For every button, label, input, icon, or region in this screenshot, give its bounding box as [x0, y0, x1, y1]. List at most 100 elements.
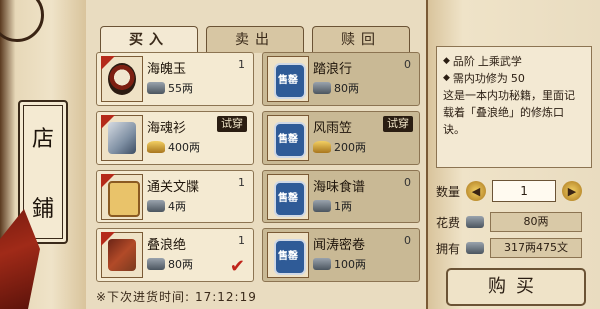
requirement-value: 50 [510, 72, 525, 85]
item-name: 风雨笠 [313, 120, 353, 136]
grade-label: 品阶 [452, 55, 475, 68]
item-name: 叠浪绝 [147, 238, 187, 254]
gold-ingot-icon [147, 140, 165, 153]
gold-ingot-icon [313, 140, 331, 153]
cost-label: 花费 [436, 215, 461, 230]
owned-row: 拥有 317两475文 [436, 238, 583, 258]
item-qty: 0 [404, 234, 411, 248]
tab-redeem[interactable]: 赎回 [312, 26, 410, 53]
grade-value: 上乘武学 [477, 55, 522, 68]
diamond-bullet-icon: ◆ [443, 73, 450, 83]
item-name: 海味食谱 [313, 179, 366, 195]
item-card[interactable]: 售罄 闻涛密卷 0 100两 [262, 228, 420, 282]
tab-buy[interactable]: 买入 [100, 26, 198, 53]
item-name: 通关文牒 [147, 179, 200, 195]
item-price: 100两 [334, 258, 366, 272]
decrease-qty-button[interactable]: ◀ [466, 181, 487, 201]
item-name: 闻涛密卷 [313, 238, 366, 254]
item-price-row: 200两 [313, 139, 366, 155]
item-price: 80两 [334, 82, 359, 95]
item-card[interactable]: 海魄玉 1 55两 [96, 52, 254, 106]
silver-icon [147, 82, 165, 94]
jade-icon [108, 63, 136, 95]
item-card[interactable]: 海魂衫 试穿 400两 [96, 110, 254, 165]
diamond-bullet-icon: ◆ [443, 56, 450, 66]
item-price: 55两 [168, 82, 193, 95]
robe-icon [108, 121, 136, 154]
quantity-row: 数量 ◀ 1 ▶ [436, 180, 583, 202]
item-description-text: 这是一本内功秘籍，里面记载着「叠浪绝」的修炼口诀。 [443, 89, 575, 136]
item-price: 80两 [168, 258, 193, 272]
sold-out-label: 售罄 [278, 192, 298, 204]
document-icon [108, 180, 140, 217]
item-qty: 0 [404, 58, 411, 71]
item-qty: 1 [238, 175, 245, 189]
requirement-label: 需内功修为 [452, 72, 508, 85]
item-thumb [101, 173, 143, 220]
item-description-box: ◆ 品阶 上乘武学 ◆ 需内功修为 50 这是一本内功秘籍，里面记载着「叠浪绝」… [436, 46, 592, 168]
grade-row: ◆ 品阶 上乘武学 [443, 53, 585, 70]
sold-out-label: 售罄 [278, 133, 298, 145]
sign-char-1: 店 [31, 127, 54, 152]
item-qty: 1 [238, 58, 245, 71]
item-card[interactable]: 售罄 踏浪行 0 80两 [262, 52, 420, 106]
item-thumb [101, 56, 143, 102]
cost-row: 花费 80两 [436, 212, 583, 232]
item-price-row: 80两 [313, 80, 359, 96]
silver-icon [313, 82, 331, 94]
detail-panel: ◆ 品阶 上乘武学 ◆ 需内功修为 50 这是一本内功秘籍，里面记载着「叠浪绝」… [426, 0, 600, 309]
try-on-button[interactable]: 试穿 [383, 115, 413, 132]
item-price-row: 400两 [147, 139, 200, 155]
owned-label: 拥有 [436, 241, 461, 256]
checkmark-icon: ✔ [229, 256, 245, 277]
item-qty: 0 [404, 175, 411, 189]
item-price-row: 80两 [147, 256, 193, 272]
requirement-row: ◆ 需内功修为 50 [443, 70, 585, 87]
item-thumb: 售罄 [267, 232, 309, 279]
sold-out-label: 售罄 [278, 251, 298, 263]
restock-label: ※下次进货时间: [96, 290, 191, 304]
silver-icon [147, 199, 165, 212]
item-name: 海魄玉 [147, 62, 187, 77]
item-price: 400两 [168, 140, 200, 154]
increase-qty-button[interactable]: ▶ [562, 181, 583, 201]
try-on-button[interactable]: 试穿 [217, 115, 247, 132]
item-price: 4两 [168, 199, 186, 213]
item-thumb [101, 232, 143, 279]
buy-button[interactable]: 购买 [446, 268, 586, 306]
item-grid: 海魄玉 1 55两 售罄 踏浪行 0 80两 海魂衫 试穿 400两 售罄 风雨… [96, 52, 420, 282]
silver-icon [313, 199, 331, 212]
tab-sell[interactable]: 卖出 [206, 26, 304, 53]
book-icon [108, 239, 136, 272]
restock-time: 17:12:19 [194, 290, 257, 304]
shop-tabs: 买入 卖出 赎回 [100, 26, 410, 53]
item-thumb: 售罄 [267, 173, 309, 220]
decorative-ring [0, 0, 44, 42]
item-price-row: 55两 [147, 80, 193, 96]
item-thumb: 售罄 [267, 56, 309, 102]
item-price-row: 4两 [147, 198, 186, 214]
quantity-label: 数量 [436, 184, 461, 199]
quantity-input[interactable]: 1 [492, 180, 557, 202]
item-card[interactable]: 售罄 风雨笠 试穿 200两 [262, 110, 420, 165]
silver-icon [466, 216, 485, 228]
item-price: 200两 [334, 140, 366, 154]
item-name: 踏浪行 [313, 62, 353, 77]
item-price-row: 1两 [313, 198, 352, 214]
silver-icon [466, 242, 485, 254]
sold-out-label: 售罄 [278, 75, 298, 86]
cost-value: 80两 [490, 212, 583, 232]
item-card-selected[interactable]: 叠浪绝 1 80两 ✔ [96, 228, 254, 282]
item-price-row: 100两 [313, 256, 366, 272]
item-price: 1两 [334, 199, 352, 213]
sign-char-2: 鋪 [31, 197, 54, 222]
item-card[interactable]: 售罄 海味食谱 0 1两 [262, 169, 420, 224]
shop-sign-scroll: 店 鋪 [0, 0, 88, 309]
item-card[interactable]: 通关文牒 1 4两 [96, 169, 254, 224]
silver-icon [147, 258, 165, 271]
item-name: 海魂衫 [147, 120, 187, 136]
restock-timer: ※下次进货时间: 17:12:19 [96, 288, 257, 305]
item-thumb [101, 114, 143, 161]
owned-value: 317两475文 [490, 238, 583, 258]
item-qty: 1 [238, 234, 245, 248]
